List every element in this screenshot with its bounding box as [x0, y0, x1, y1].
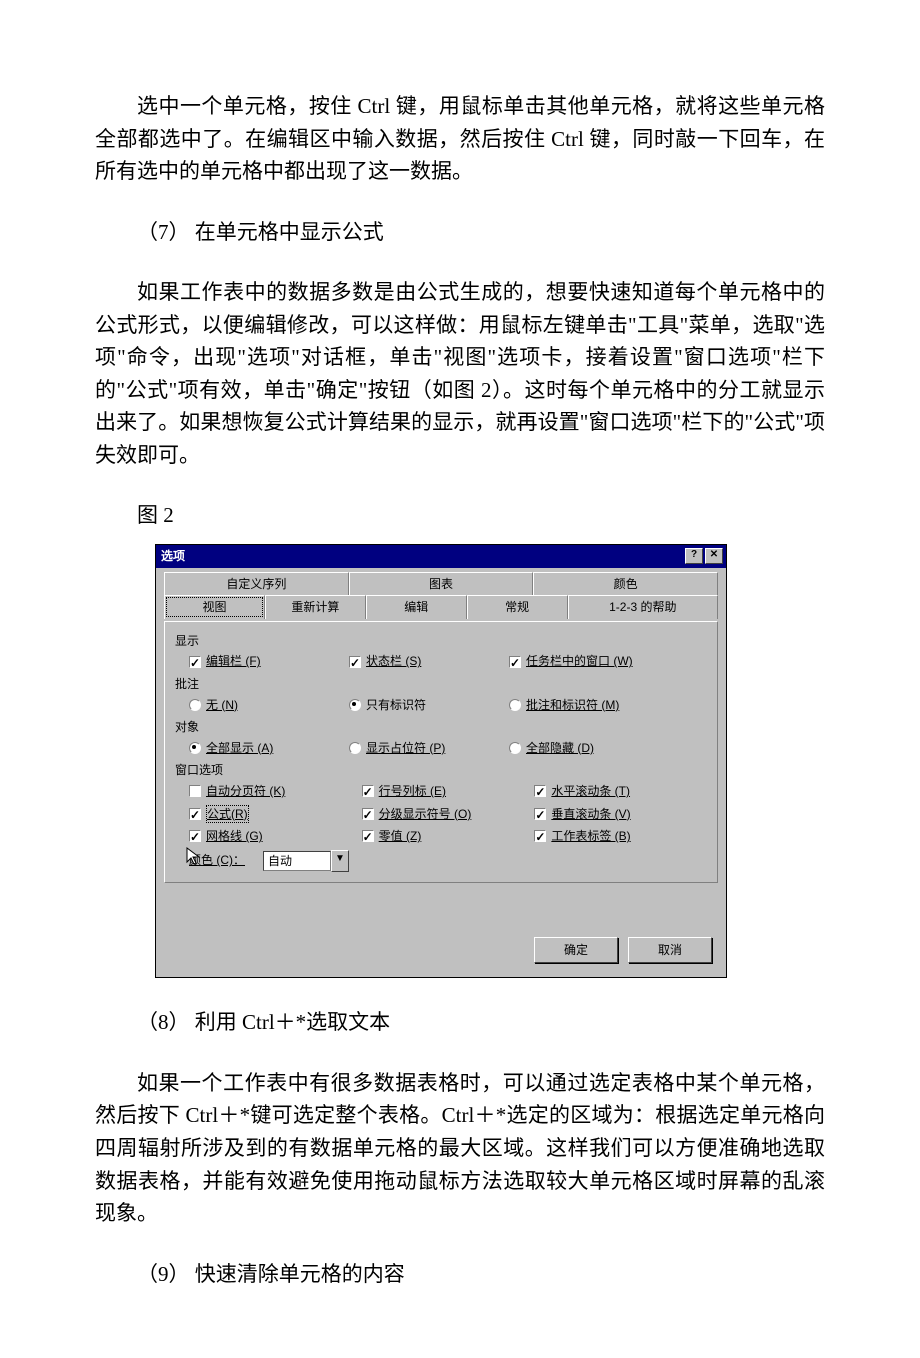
- dialog-title: 选项: [159, 547, 185, 566]
- paragraph-ctrl-select: 选中一个单元格，按住 Ctrl 键，用鼠标单击其他单元格，就将这些单元格全部都选…: [95, 90, 825, 188]
- rdo-objects-placeholder[interactable]: 显示占位符 (P): [349, 739, 479, 758]
- chk-pagebreak[interactable]: 自动分页符 (K): [189, 782, 362, 801]
- tab-calculation[interactable]: 重新计算: [265, 595, 366, 619]
- chk-rowcol-headers[interactable]: 行号列标 (E): [362, 782, 535, 801]
- ok-button[interactable]: 确定: [534, 937, 618, 964]
- chk-taskbar-windows[interactable]: 任务栏中的窗口 (W): [509, 652, 679, 671]
- rdo-comments-both[interactable]: 批注和标识符 (M): [509, 696, 679, 715]
- heading-8: （8） 利用 Ctrl＋*选取文本: [95, 1006, 825, 1039]
- rdo-objects-hideall[interactable]: 全部隐藏 (D): [509, 739, 679, 758]
- chk-gridlines[interactable]: 网格线 (G): [189, 827, 362, 846]
- tab-view[interactable]: 视图: [164, 595, 265, 619]
- tab-edit[interactable]: 编辑: [366, 595, 467, 619]
- rdo-comments-indicator[interactable]: 只有标识符: [349, 696, 479, 715]
- chk-hscroll[interactable]: 水平滚动条 (T): [534, 782, 707, 801]
- heading-7: （7） 在单元格中显示公式: [95, 216, 825, 249]
- view-panel: 显示 编辑栏 (F) 状态栏 (S) 任务栏中的窗口 (W) 批注 无 (N) …: [164, 621, 718, 883]
- gridline-color-dropdown[interactable]: 自动 ▼: [263, 850, 349, 872]
- close-button[interactable]: ✕: [705, 548, 723, 564]
- help-button[interactable]: ?: [685, 548, 703, 564]
- chk-zero-values[interactable]: 零值 (Z): [362, 827, 535, 846]
- chk-formula[interactable]: 公式(R): [189, 805, 362, 824]
- chk-sheet-tabs[interactable]: 工作表标签 (B): [534, 827, 707, 846]
- tab-general[interactable]: 常规: [467, 595, 568, 619]
- options-dialog: 选项 ? ✕ www.bdocx.com 自定义序列 图表 颜色 视图 重新计算…: [155, 544, 727, 978]
- gridline-color-value: 自动: [263, 851, 331, 871]
- tab-strip: 自定义序列 图表 颜色 视图 重新计算 编辑 常规 1-2-3 的帮助: [164, 572, 718, 619]
- chk-vscroll[interactable]: 垂直滚动条 (V): [534, 805, 707, 824]
- paragraph-show-formula: 如果工作表中的数据多数是由公式生成的，想要快速知道每个单元格中的公式形式，以便编…: [95, 276, 825, 471]
- tab-custom-lists[interactable]: 自定义序列: [164, 572, 349, 596]
- chk-outline-symbols[interactable]: 分级显示符号 (O): [362, 805, 535, 824]
- figure-label-2: 图 2: [95, 499, 825, 532]
- rdo-comments-none[interactable]: 无 (N): [189, 696, 319, 715]
- dropdown-arrow-icon[interactable]: ▼: [331, 850, 349, 872]
- rdo-objects-showall[interactable]: 全部显示 (A): [189, 739, 319, 758]
- heading-9: （9） 快速清除单元格的内容: [95, 1258, 825, 1291]
- tab-chart[interactable]: 图表: [349, 572, 534, 596]
- chk-formula-bar[interactable]: 编辑栏 (F): [189, 652, 319, 671]
- group-display-label: 显示: [175, 632, 707, 651]
- tab-color[interactable]: 颜色: [533, 572, 718, 596]
- cancel-button[interactable]: 取消: [628, 937, 712, 964]
- chk-status-bar[interactable]: 状态栏 (S): [349, 652, 479, 671]
- dialog-titlebar: 选项 ? ✕: [156, 545, 726, 568]
- group-comments-label: 批注: [175, 675, 707, 694]
- gridline-color-label: 颜色 (C)：: [189, 851, 245, 870]
- paragraph-ctrl-star: 如果一个工作表中有很多数据表格时，可以通过选定表格中某个单元格，然后按下 Ctr…: [95, 1067, 825, 1230]
- group-window-label: 窗口选项: [175, 761, 707, 780]
- group-objects-label: 对象: [175, 718, 707, 737]
- tab-123-help[interactable]: 1-2-3 的帮助: [568, 595, 718, 619]
